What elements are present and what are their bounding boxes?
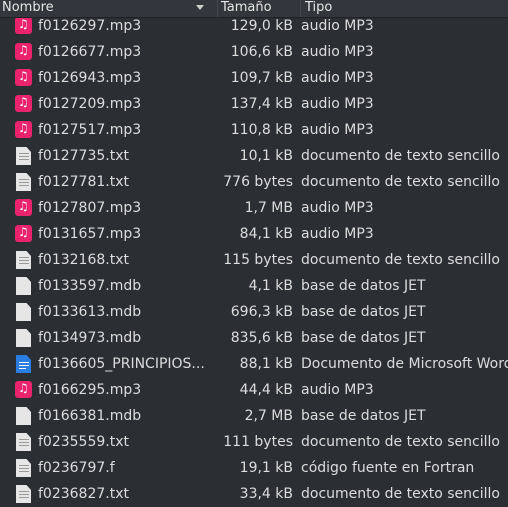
file-row[interactable]: f0235559.txt 111 bytes documento de texto …	[0, 429, 508, 455]
word-document-icon	[16, 355, 31, 373]
file-size: 44,4 kB	[239, 382, 293, 398]
file-size: 2,7 MB	[244, 408, 293, 424]
file-row[interactable]: f0127209.mp3 137,4 kB audio MP3	[0, 91, 508, 117]
file-size: 110,8 kB	[230, 122, 293, 138]
file-size: 19,1 kB	[239, 460, 293, 476]
audio-file-icon	[15, 69, 32, 86]
file-row[interactable]: f0127517.mp3 110,8 kB audio MP3	[0, 117, 508, 143]
file-size: 84,1 kB	[239, 226, 293, 242]
file-type: base de datos JET	[301, 278, 426, 294]
file-size: 115 bytes	[223, 252, 293, 268]
column-header: Nombre Tamaño Tipo	[0, 0, 508, 18]
file-type: audio MP3	[301, 70, 374, 86]
file-size: 33,4 kB	[239, 486, 293, 502]
file-name: f0236827.txt	[38, 486, 129, 502]
file-size: 696,3 kB	[230, 304, 293, 320]
file-row[interactable]: f0126943.mp3 109,7 kB audio MP3	[0, 65, 508, 91]
audio-file-icon	[15, 121, 32, 138]
generic-file-icon	[16, 329, 31, 347]
file-name: f0132168.txt	[38, 252, 129, 268]
file-type: audio MP3	[301, 44, 374, 60]
file-row[interactable]: f0127807.mp3 1,7 MB audio MP3	[0, 195, 508, 221]
audio-file-icon	[15, 199, 32, 216]
column-header-name[interactable]: Nombre	[2, 0, 212, 17]
file-row[interactable]: f0126677.mp3 106,6 kB audio MP3	[0, 39, 508, 65]
text-file-icon	[16, 433, 31, 451]
text-file-icon	[16, 485, 31, 503]
sort-descending-icon[interactable]	[196, 5, 204, 10]
file-name: f0235559.txt	[38, 434, 129, 450]
audio-file-icon	[15, 381, 32, 398]
file-name: f0133613.mdb	[38, 304, 142, 320]
file-size: 835,6 kB	[230, 330, 293, 346]
file-type: audio MP3	[301, 200, 374, 216]
file-name: f0134973.mdb	[38, 330, 142, 346]
file-row[interactable]: f0236827.txt 33,4 kB documento de texto se…	[0, 481, 508, 507]
file-row[interactable]: f0134973.mdb 835,6 kB base de datos JET	[0, 325, 508, 351]
file-type: código fuente en Fortran	[301, 460, 475, 476]
file-type: base de datos JET	[301, 330, 426, 346]
file-name: f0126943.mp3	[38, 70, 142, 86]
file-size: 776 bytes	[223, 174, 293, 190]
text-file-icon	[16, 251, 31, 269]
file-type: documento de texto sencillo	[301, 434, 500, 450]
file-type: documento de texto sencillo	[301, 174, 500, 190]
file-list: f0126297.mp3129,0 kBaudio MP3f0126677.mp…	[0, 13, 508, 507]
audio-file-icon	[15, 225, 32, 242]
file-row[interactable]: f0133597.mdb 4,1 kB base de datos JET	[0, 273, 508, 299]
file-name: f0126677.mp3	[38, 44, 142, 60]
file-type: documento de texto sencillo	[301, 148, 500, 164]
file-size: 109,7 kB	[230, 70, 293, 86]
file-row[interactable]: f0131657.mp3 84,1 kB audio MP3	[0, 221, 508, 247]
file-name: f0136605_PRINCIPIOS...	[38, 356, 205, 372]
file-row[interactable]: f0133613.mdb 696,3 kB base de datos JET	[0, 299, 508, 325]
file-name: f0127209.mp3	[38, 96, 142, 112]
file-row[interactable]: f0132168.txt 115 bytes documento de texto …	[0, 247, 508, 273]
file-type: base de datos JET	[301, 408, 426, 424]
column-header-type[interactable]: Tipo	[300, 0, 508, 17]
file-name: f0166295.mp3	[38, 382, 142, 398]
file-name: f0127517.mp3	[38, 122, 142, 138]
file-row[interactable]: f0166381.mdb 2,7 MB base de datos JET	[0, 403, 508, 429]
audio-file-icon	[15, 17, 32, 34]
file-name: f0127735.txt	[38, 148, 129, 164]
file-name: f0133597.mdb	[38, 278, 142, 294]
file-size: 1,7 MB	[244, 200, 293, 216]
file-size: 106,6 kB	[230, 44, 293, 60]
generic-file-icon	[16, 303, 31, 321]
file-row[interactable]: f0236797.f 19,1 kB código fuente en Fortra…	[0, 455, 508, 481]
file-type: documento de texto sencillo	[301, 252, 500, 268]
file-size: 88,1 kB	[239, 356, 293, 372]
column-header-size[interactable]: Tamaño	[217, 0, 301, 17]
text-file-icon	[16, 147, 31, 165]
file-name: f0127781.txt	[38, 174, 129, 190]
text-file-icon	[16, 173, 31, 191]
file-name: f0131657.mp3	[38, 226, 142, 242]
file-type: audio MP3	[301, 226, 374, 242]
file-type: audio MP3	[301, 382, 374, 398]
file-type: audio MP3	[301, 122, 374, 138]
file-size: 4,1 kB	[248, 278, 293, 294]
file-row[interactable]: f0136605_PRINCIPIOS... 88,1 kB Documento d…	[0, 351, 508, 377]
generic-file-icon	[16, 277, 31, 295]
audio-file-icon	[15, 43, 32, 60]
file-name: f0166381.mdb	[38, 408, 142, 424]
file-row[interactable]: f0127735.txt 10,1 kB documento de texto se…	[0, 143, 508, 169]
audio-file-icon	[15, 95, 32, 112]
file-size: 10,1 kB	[239, 148, 293, 164]
file-type: base de datos JET	[301, 304, 426, 320]
generic-file-icon	[16, 407, 31, 425]
text-file-icon	[16, 459, 31, 477]
file-name: f0127807.mp3	[38, 200, 142, 216]
file-row[interactable]: f0166295.mp3 44,4 kB audio MP3	[0, 377, 508, 403]
file-size: 137,4 kB	[230, 96, 293, 112]
file-row[interactable]: f0127781.txt 776 bytes documento de texto …	[0, 169, 508, 195]
file-type: documento de texto sencillo	[301, 486, 500, 502]
file-type: Documento de Microsoft Word	[301, 356, 508, 372]
file-name: f0236797.f	[38, 460, 115, 476]
file-size: 111 bytes	[223, 434, 293, 450]
file-type: audio MP3	[301, 96, 374, 112]
